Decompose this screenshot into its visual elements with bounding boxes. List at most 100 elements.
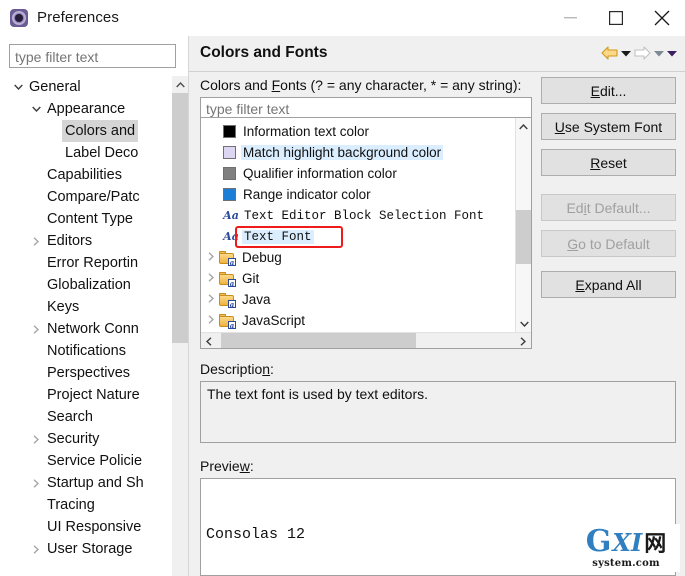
sidebar-item-notifications[interactable]: Notifications [0, 340, 188, 362]
sidebar-item-network-conn[interactable]: Network Conn [0, 318, 188, 340]
sidebar-item-label: Error Reportin [44, 252, 141, 274]
color-swatch [223, 188, 236, 201]
sidebar-vertical-scrollbar[interactable] [172, 76, 188, 576]
sidebar-item-startup-and-sh[interactable]: Startup and Sh [0, 472, 188, 494]
tree-scroll-down-icon[interactable] [516, 315, 532, 332]
tree-row[interactable]: Range indicator color [201, 184, 517, 205]
tree-scroll-right-icon[interactable] [515, 333, 531, 349]
description-label-pre: Descriptio [200, 361, 262, 377]
sidebar-item-label: UI Responsive [44, 516, 144, 538]
sidebar-filter-input[interactable] [9, 44, 176, 68]
tree-row[interactable]: Information text color [201, 121, 517, 142]
scroll-up-icon[interactable] [172, 76, 188, 93]
tree-row[interactable]: Qualifier information color [201, 163, 517, 184]
preview-area[interactable]: Consolas 12 The quick brown fox jumps ov… [200, 478, 676, 576]
tree-row[interactable]: Match highlight background color [201, 142, 517, 163]
tree-row-label: Range indicator color [241, 187, 373, 202]
button-label-mnemonic: R [590, 155, 600, 171]
color-swatch [223, 125, 236, 138]
button-label-mnemonic: U [555, 119, 565, 135]
sidebar-item-search[interactable]: Search [0, 406, 188, 428]
sidebar-item-error-reportin[interactable]: Error Reportin [0, 252, 188, 274]
back-arrow-icon[interactable] [601, 44, 618, 62]
sidebar-item-globalization[interactable]: Globalization [0, 274, 188, 296]
sidebar-item-label: General [26, 76, 84, 98]
chevron-down-icon[interactable] [10, 84, 26, 90]
tree-row-label: Information text color [241, 124, 371, 139]
sidebar-scroll-thumb[interactable] [172, 93, 188, 343]
tree-scroll-thumb[interactable] [516, 210, 532, 264]
reset-button[interactable]: Reset [541, 149, 676, 176]
minimize-button[interactable] [547, 0, 593, 36]
chevron-right-icon[interactable] [28, 479, 44, 488]
colors-and-fonts-tree[interactable]: Information text color Match highlight ba… [200, 117, 532, 349]
tree-row[interactable]: aGit [201, 268, 517, 289]
page-title: Colors and Fonts [200, 44, 327, 62]
sidebar-item-colors-and[interactable]: Colors and [0, 120, 188, 142]
description-label-mnemonic: n [262, 361, 270, 377]
sidebar-tree[interactable]: GeneralAppearanceColors andLabel DecoCap… [0, 76, 188, 576]
tree-scroll-left-icon[interactable] [201, 333, 217, 349]
sidebar-item-label: Editors [44, 230, 95, 252]
chevron-right-icon[interactable] [28, 237, 44, 246]
filter-label-prefix: Colors and [200, 77, 272, 93]
colors-fonts-filter-input[interactable] [200, 97, 532, 119]
sidebar-item-security[interactable]: Security [0, 428, 188, 450]
button-label-mnemonic: G [567, 236, 578, 252]
tree-row-label: Debug [240, 250, 284, 265]
chevron-right-icon[interactable] [28, 545, 44, 554]
description-text: The text font is used by text editors. [200, 381, 676, 443]
sidebar-item-editors[interactable]: Editors [0, 230, 188, 252]
sidebar-item-ui-responsive[interactable]: UI Responsive [0, 516, 188, 538]
sidebar-item-user-storage[interactable]: User Storage [0, 538, 188, 560]
tree-row[interactable]: AaText Editor Block Selection Font [201, 205, 517, 226]
tree-vertical-scrollbar[interactable] [515, 118, 531, 332]
sidebar-item-label: Compare/Patc [44, 186, 143, 208]
back-dropdown-icon[interactable] [621, 44, 631, 62]
chevron-right-icon[interactable] [203, 315, 218, 327]
chevron-right-icon[interactable] [203, 252, 218, 264]
sidebar-item-appearance[interactable]: Appearance [0, 98, 188, 120]
sidebar-item-capabilities[interactable]: Capabilities [0, 164, 188, 186]
preview-label-mnemonic: w [240, 458, 250, 474]
maximize-button[interactable] [593, 0, 639, 36]
sidebar-item-label: Startup and Sh [44, 472, 147, 494]
tree-row[interactable]: AaText Font [201, 226, 517, 247]
view-menu-icon[interactable] [667, 44, 677, 62]
sidebar-item-general[interactable]: General [0, 76, 188, 98]
tree-row[interactable]: aJavaScript [201, 310, 517, 331]
tree-row[interactable]: aDebug [201, 247, 517, 268]
tree-row-label: Java [240, 292, 273, 307]
edit-button[interactable]: Edit... [541, 77, 676, 104]
chevron-right-icon[interactable] [203, 273, 218, 285]
description-label-post: : [270, 361, 274, 377]
sidebar-item-perspectives[interactable]: Perspectives [0, 362, 188, 384]
sidebar-item-label: Capabilities [44, 164, 125, 186]
sidebar-item-label: Search [44, 406, 96, 428]
button-label-post: se System Font [565, 119, 662, 135]
tree-hscroll-thumb[interactable] [221, 333, 416, 349]
tree-row[interactable]: aJava [201, 289, 517, 310]
sidebar-item-label: Colors and [62, 120, 138, 142]
use-system-font-button[interactable]: Use System Font [541, 113, 676, 140]
sidebar-item-label-deco[interactable]: Label Deco [0, 142, 188, 164]
tree-horizontal-scrollbar[interactable] [201, 332, 531, 348]
button-label-pre: Ed [566, 200, 583, 216]
tree-scroll-up-icon[interactable] [516, 118, 531, 135]
sidebar-item-service-policie[interactable]: Service Policie [0, 450, 188, 472]
window-controls [547, 0, 685, 36]
sidebar-item-label: User Storage [44, 538, 135, 560]
font-aa-icon: Aa [223, 231, 239, 242]
chevron-right-icon[interactable] [28, 435, 44, 444]
expand-all-button[interactable]: Expand All [541, 271, 676, 298]
sidebar-item-tracing[interactable]: Tracing [0, 494, 188, 516]
sidebar-item-project-nature[interactable]: Project Nature [0, 384, 188, 406]
chevron-right-icon[interactable] [203, 294, 218, 306]
sidebar-item-content-type[interactable]: Content Type [0, 208, 188, 230]
sidebar-item-keys[interactable]: Keys [0, 296, 188, 318]
chevron-right-icon[interactable] [28, 325, 44, 334]
chevron-down-icon[interactable] [28, 106, 44, 112]
close-button[interactable] [639, 0, 685, 36]
sidebar-item-label: Service Policie [44, 450, 145, 472]
sidebar-item-compare-patc[interactable]: Compare/Patc [0, 186, 188, 208]
